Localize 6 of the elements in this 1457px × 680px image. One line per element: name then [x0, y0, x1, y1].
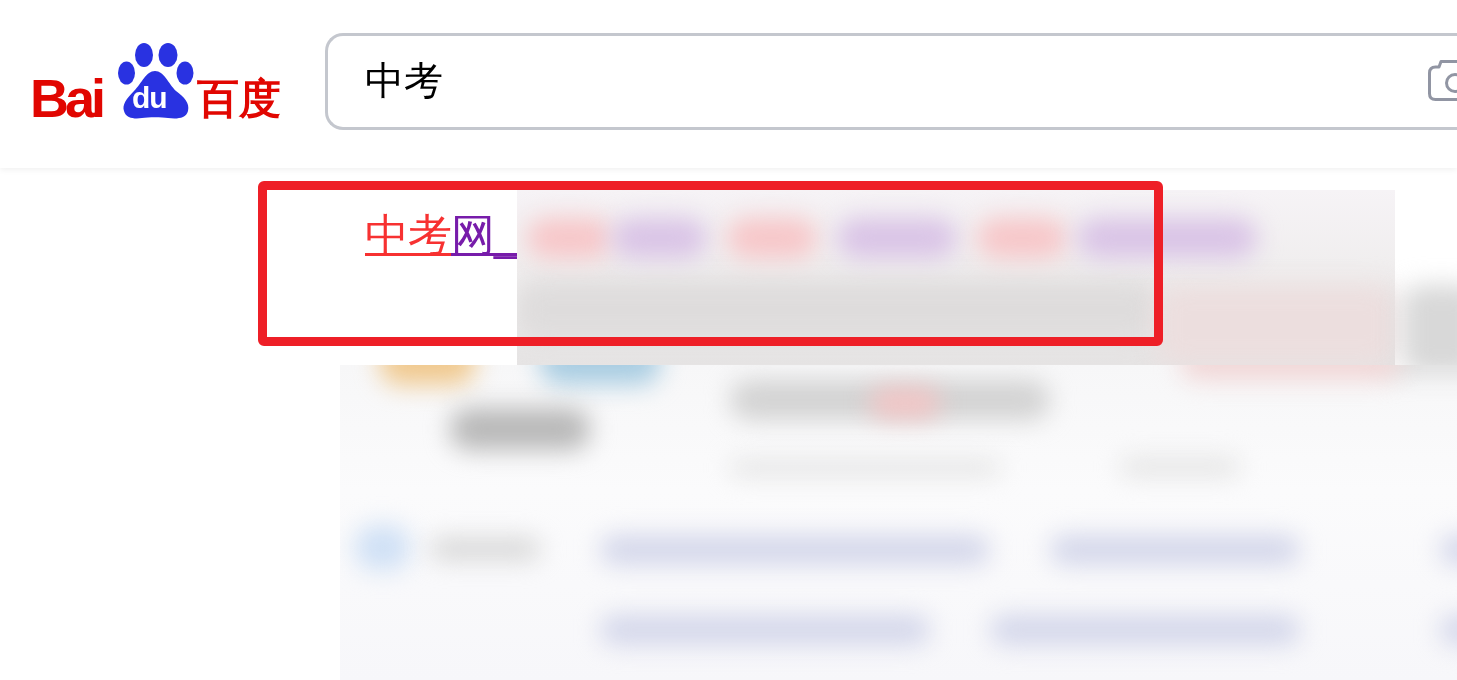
camera-icon[interactable] — [1428, 58, 1457, 101]
logo-text: 百度 — [197, 78, 282, 120]
logo-text: Bai — [30, 71, 103, 125]
search-field[interactable]: 中考 — [325, 32, 1457, 130]
paw-icon — [118, 43, 195, 119]
logo-text: du — [132, 83, 167, 113]
